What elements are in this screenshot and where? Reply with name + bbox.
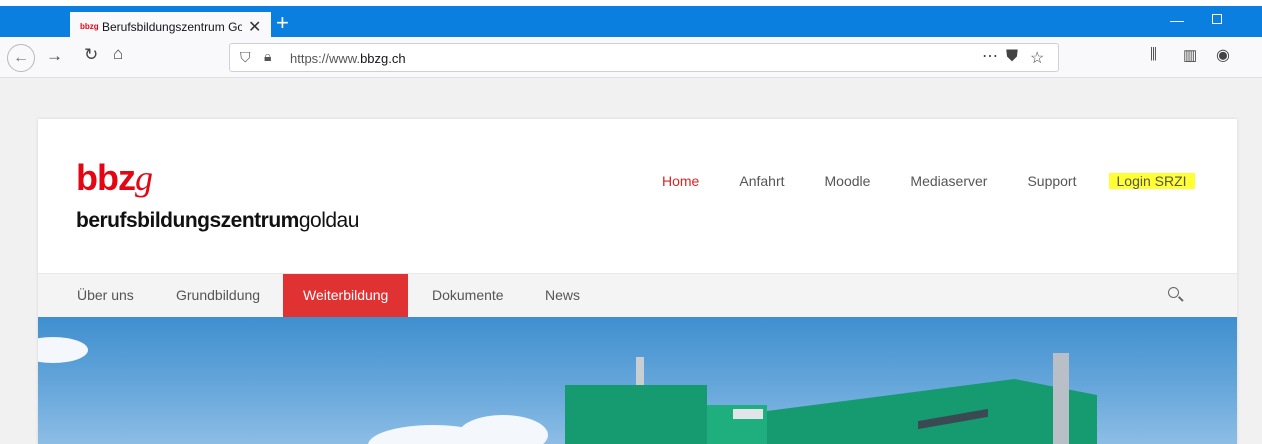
more-icon[interactable]: ⋯ bbox=[982, 46, 998, 66]
forward-icon[interactable]: → bbox=[46, 46, 63, 66]
nav-weiterbildung[interactable]: Weiterbildung bbox=[283, 274, 409, 317]
nav-moodle[interactable]: Moodle bbox=[825, 173, 871, 189]
search-icon[interactable] bbox=[1168, 287, 1179, 298]
new-tab-button[interactable]: + bbox=[276, 10, 289, 36]
reload-icon[interactable]: ↻ bbox=[84, 45, 98, 65]
browser-toolbar: ← → ↻ ⌂ ⛉ 🔒︎ https://www.bbzg.ch ⋯ ⛊ ☆ ⫼… bbox=[0, 37, 1262, 78]
minimize-icon[interactable]: — bbox=[1170, 12, 1184, 28]
roof-unit bbox=[733, 409, 763, 419]
maximize-icon[interactable] bbox=[1212, 14, 1222, 24]
favicon-icon: bbzg bbox=[80, 22, 99, 31]
nav-ueber-uns[interactable]: Über uns bbox=[77, 274, 134, 317]
close-icon[interactable]: ✕ bbox=[248, 17, 261, 37]
library-icon[interactable]: ⫼ bbox=[1150, 46, 1157, 63]
building bbox=[565, 385, 707, 444]
home-icon[interactable]: ⌂ bbox=[113, 44, 123, 64]
chimney bbox=[1053, 353, 1069, 444]
nav-dokumente[interactable]: Dokumente bbox=[432, 274, 504, 317]
sidebar-icon[interactable]: ▥ bbox=[1183, 46, 1197, 64]
site-card: bbzg berufsbildungszentrumgoldau Home An… bbox=[38, 119, 1237, 444]
url-bar[interactable]: ⛉ 🔒︎ https://www.bbzg.ch ⋯ ⛊ ☆ bbox=[229, 43, 1059, 72]
hero-image bbox=[38, 317, 1237, 444]
tab-title: Berufsbildungszentrum Goldau bbox=[102, 20, 242, 34]
main-navigation: Über uns Grundbildung Weiterbildung Doku… bbox=[38, 273, 1237, 317]
top-navigation: Home Anfahrt Moodle Mediaserver Support … bbox=[662, 173, 1195, 189]
building bbox=[767, 379, 1097, 444]
antenna bbox=[636, 357, 644, 387]
site-logo[interactable]: bbzg bbox=[76, 157, 153, 199]
nav-login-srzi[interactable]: Login SRZI bbox=[1108, 173, 1195, 189]
lock-icon[interactable]: 🔒︎ bbox=[264, 48, 271, 65]
star-icon[interactable]: ☆ bbox=[1030, 48, 1044, 68]
cloud bbox=[38, 337, 88, 363]
pocket-icon[interactable]: ⛊ bbox=[1006, 48, 1018, 66]
nav-support[interactable]: Support bbox=[1027, 173, 1076, 189]
cloud bbox=[458, 415, 548, 444]
nav-news[interactable]: News bbox=[545, 274, 580, 317]
browser-titlebar: bbzg Berufsbildungszentrum Goldau ✕ + — bbox=[0, 6, 1262, 43]
nav-grundbildung[interactable]: Grundbildung bbox=[176, 274, 260, 317]
nav-home[interactable]: Home bbox=[662, 173, 699, 189]
url-text[interactable]: https://www.bbzg.ch bbox=[290, 51, 406, 66]
web-page: bbzg berufsbildungszentrumgoldau Home An… bbox=[0, 78, 1262, 444]
site-logo-subtitle[interactable]: berufsbildungszentrumgoldau bbox=[76, 209, 359, 233]
shield-icon[interactable]: ⛉ bbox=[240, 49, 251, 66]
nav-mediaserver[interactable]: Mediaserver bbox=[910, 173, 987, 189]
back-icon[interactable]: ← bbox=[7, 44, 35, 72]
account-icon[interactable]: ◉ bbox=[1216, 45, 1230, 65]
nav-anfahrt[interactable]: Anfahrt bbox=[739, 173, 784, 189]
